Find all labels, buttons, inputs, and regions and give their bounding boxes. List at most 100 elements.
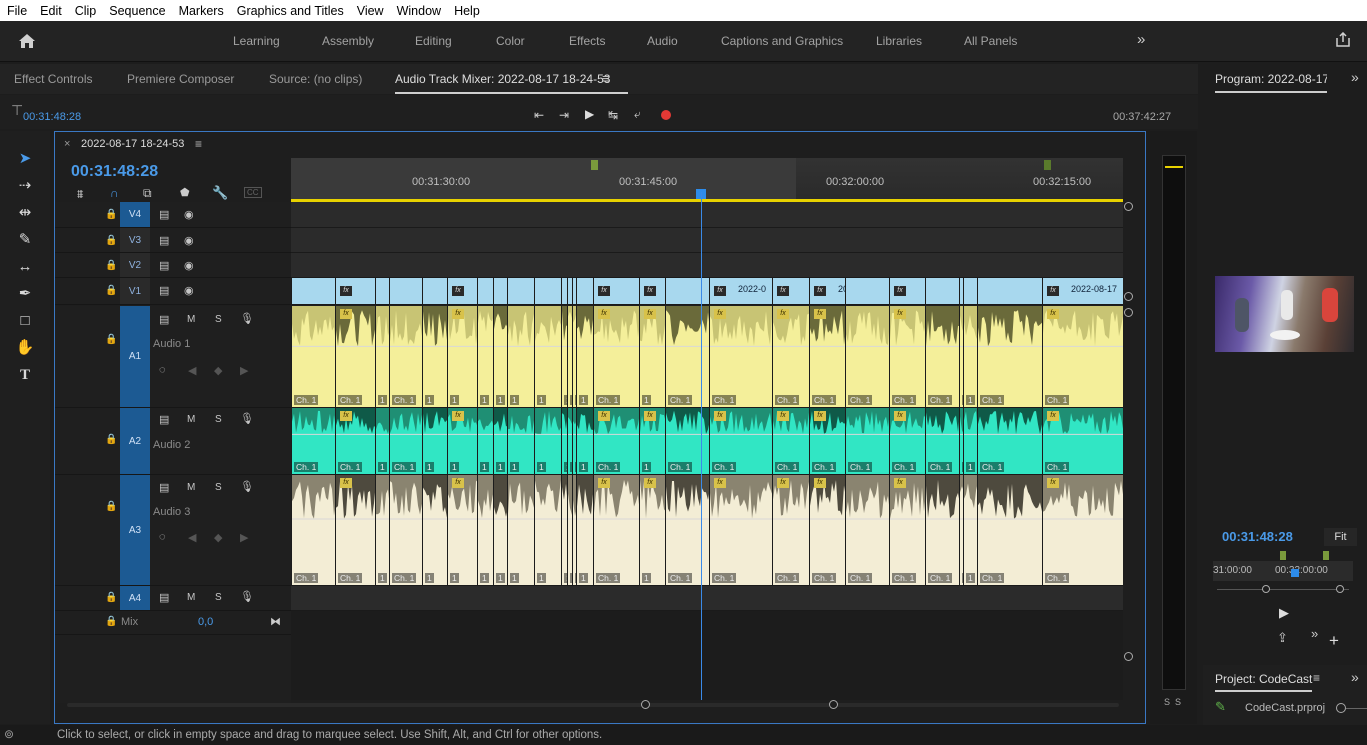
microphone-icon[interactable]: 🎙 <box>240 412 254 425</box>
mute-button[interactable]: M <box>187 314 195 325</box>
audio-clip[interactable]: fx Ch. 1 <box>593 408 639 474</box>
menu-edit[interactable]: Edit <box>33 4 68 18</box>
video-clip[interactable]: fx <box>772 278 809 304</box>
video-clip[interactable] <box>665 278 709 304</box>
audio-clip[interactable]: 1 <box>534 475 561 585</box>
export-frame-icon[interactable]: ⇪ <box>1277 630 1288 646</box>
audio-clip[interactable]: 1 <box>507 475 534 585</box>
video-clip[interactable]: fx 2022-0 <box>709 278 772 304</box>
lock-icon[interactable]: 🔒 <box>105 616 117 627</box>
lock-icon[interactable]: 🔒 <box>105 235 117 246</box>
overflow-chevron-icon[interactable]: » <box>1351 669 1359 685</box>
audio-clip[interactable]: 1 <box>422 306 447 407</box>
program-zoom-bar[interactable] <box>1217 589 1349 590</box>
zoom-handle-left[interactable] <box>1262 585 1270 593</box>
audio-clip[interactable]: 1 <box>477 408 493 474</box>
video-clip[interactable] <box>507 278 534 304</box>
prev-keyframe-icon[interactable]: ◀ <box>188 531 196 544</box>
mute-button[interactable]: M <box>187 414 195 425</box>
track-target-v2[interactable]: V2 <box>120 253 150 277</box>
keyframe-toggle-icon[interactable]: ◌ <box>159 364 166 376</box>
video-clip[interactable] <box>477 278 493 304</box>
slip-tool-icon[interactable]: ↔ <box>14 256 36 278</box>
video-clip[interactable]: fx <box>335 278 375 304</box>
workspace-audio[interactable]: Audio <box>647 34 678 48</box>
mute-button[interactable]: M <box>187 592 195 603</box>
audio-clip[interactable]: 1 <box>422 475 447 585</box>
audio-clip[interactable]: Ch. 1 <box>291 306 335 407</box>
track-select-tool-icon[interactable]: ⇢ <box>14 175 36 197</box>
mixer-current-timecode[interactable]: 00:31:48:28 <box>23 111 81 123</box>
audio-clip[interactable]: Ch. 1 <box>665 408 709 474</box>
mix-keyframe-icon[interactable]: ⧓ <box>270 615 281 628</box>
workspace-learning[interactable]: Learning <box>233 34 280 48</box>
overflow-chevron-icon[interactable]: » <box>1137 31 1145 48</box>
menu-help[interactable]: Help <box>447 4 486 18</box>
track-target-a1[interactable]: A1 <box>120 306 150 407</box>
audio-clip[interactable]: Ch. 1 <box>977 408 1042 474</box>
eye-icon[interactable]: ◉ <box>184 259 194 272</box>
record-icon[interactable] <box>661 110 671 120</box>
audio-clip[interactable]: Ch. 1 <box>665 475 709 585</box>
audio-clip[interactable]: 1 <box>963 408 977 474</box>
audio-clip[interactable]: 1 <box>493 306 507 407</box>
lock-icon[interactable]: 🔒 <box>105 334 117 345</box>
zoom-handle-right[interactable] <box>829 700 838 709</box>
marker-icon[interactable] <box>1323 551 1329 560</box>
workspace-color[interactable]: Color <box>496 34 525 48</box>
audio-clip[interactable]: Ch. 1 <box>665 306 709 407</box>
settings-wrench-icon[interactable]: 🔧 <box>212 185 228 201</box>
track-name-audio3[interactable]: Audio 3 <box>153 506 190 518</box>
track-name-audio2[interactable]: Audio 2 <box>153 439 190 451</box>
zoom-handle-left[interactable] <box>641 700 650 709</box>
lock-icon[interactable]: 🔒 <box>105 209 117 220</box>
audio-clip[interactable]: 1 <box>375 408 389 474</box>
lane-a4[interactable] <box>291 586 1123 611</box>
tab-effect-controls[interactable]: Effect Controls <box>14 72 92 86</box>
audio-clip[interactable]: 1 <box>507 408 534 474</box>
audio-clip[interactable]: fx Ch. 1 <box>1042 475 1123 585</box>
program-play-icon[interactable]: ▶ <box>1279 605 1289 621</box>
menu-file[interactable]: File <box>0 4 33 18</box>
solo-button[interactable]: S <box>215 314 222 325</box>
sync-lock-icon[interactable]: ▤ <box>159 284 169 297</box>
panel-menu-icon[interactable]: ≡ <box>602 71 610 86</box>
audio-clip[interactable]: fx Ch. 1 <box>593 475 639 585</box>
video-clip[interactable] <box>375 278 389 304</box>
zoom-slider[interactable] <box>1346 708 1367 709</box>
audio-clip[interactable]: Ch. 1 <box>291 475 335 585</box>
audio-clip[interactable]: Ch. 1 <box>977 475 1042 585</box>
sync-lock-icon[interactable]: ▤ <box>159 234 169 247</box>
video-clip[interactable]: fx <box>889 278 925 304</box>
nest-icon[interactable]: ⩩ <box>77 187 83 202</box>
vertical-scroll-handle[interactable] <box>1124 292 1133 301</box>
track-target-a3[interactable]: A3 <box>120 475 150 585</box>
add-marker-icon[interactable]: ⬟ <box>180 186 190 199</box>
vertical-scroll-handle[interactable] <box>1124 202 1133 211</box>
audio-clip[interactable]: 1 <box>534 408 561 474</box>
video-clip[interactable] <box>576 278 593 304</box>
audio-clip[interactable]: fx Ch. 1 <box>772 475 809 585</box>
lane-v3[interactable] <box>291 228 1123 253</box>
menu-window[interactable]: Window <box>390 4 447 18</box>
audio-clip[interactable]: fx 1 <box>639 475 665 585</box>
menu-sequence[interactable]: Sequence <box>102 4 171 18</box>
audio-clip[interactable]: 1 <box>576 475 593 585</box>
overflow-chevron-icon[interactable]: » <box>1351 69 1359 85</box>
audio-clip[interactable]: 1 <box>507 306 534 407</box>
audio-clip[interactable]: 1 <box>477 475 493 585</box>
audio-clip[interactable]: fx 1 <box>447 475 477 585</box>
lock-icon[interactable]: 🔒 <box>105 501 117 512</box>
microphone-icon[interactable]: 🎙 <box>240 590 254 603</box>
lane-v1[interactable]: fx fx fx fx fx 2022-0 fx fx 2022-08-17 fx fx 2022-0… <box>291 278 1123 305</box>
go-to-in-icon[interactable]: ⇤ <box>534 108 544 122</box>
audio-clip[interactable]: Ch. 1 <box>291 408 335 474</box>
solo-button[interactable]: S <box>215 592 222 603</box>
video-clip[interactable] <box>925 278 959 304</box>
video-clip[interactable] <box>845 278 889 304</box>
program-video-frame[interactable] <box>1215 276 1354 352</box>
workspace-assembly[interactable]: Assembly <box>322 34 374 48</box>
mini-playhead[interactable] <box>1291 569 1299 577</box>
eye-icon[interactable]: ◉ <box>184 208 194 221</box>
microphone-icon[interactable]: 🎙 <box>240 480 254 493</box>
